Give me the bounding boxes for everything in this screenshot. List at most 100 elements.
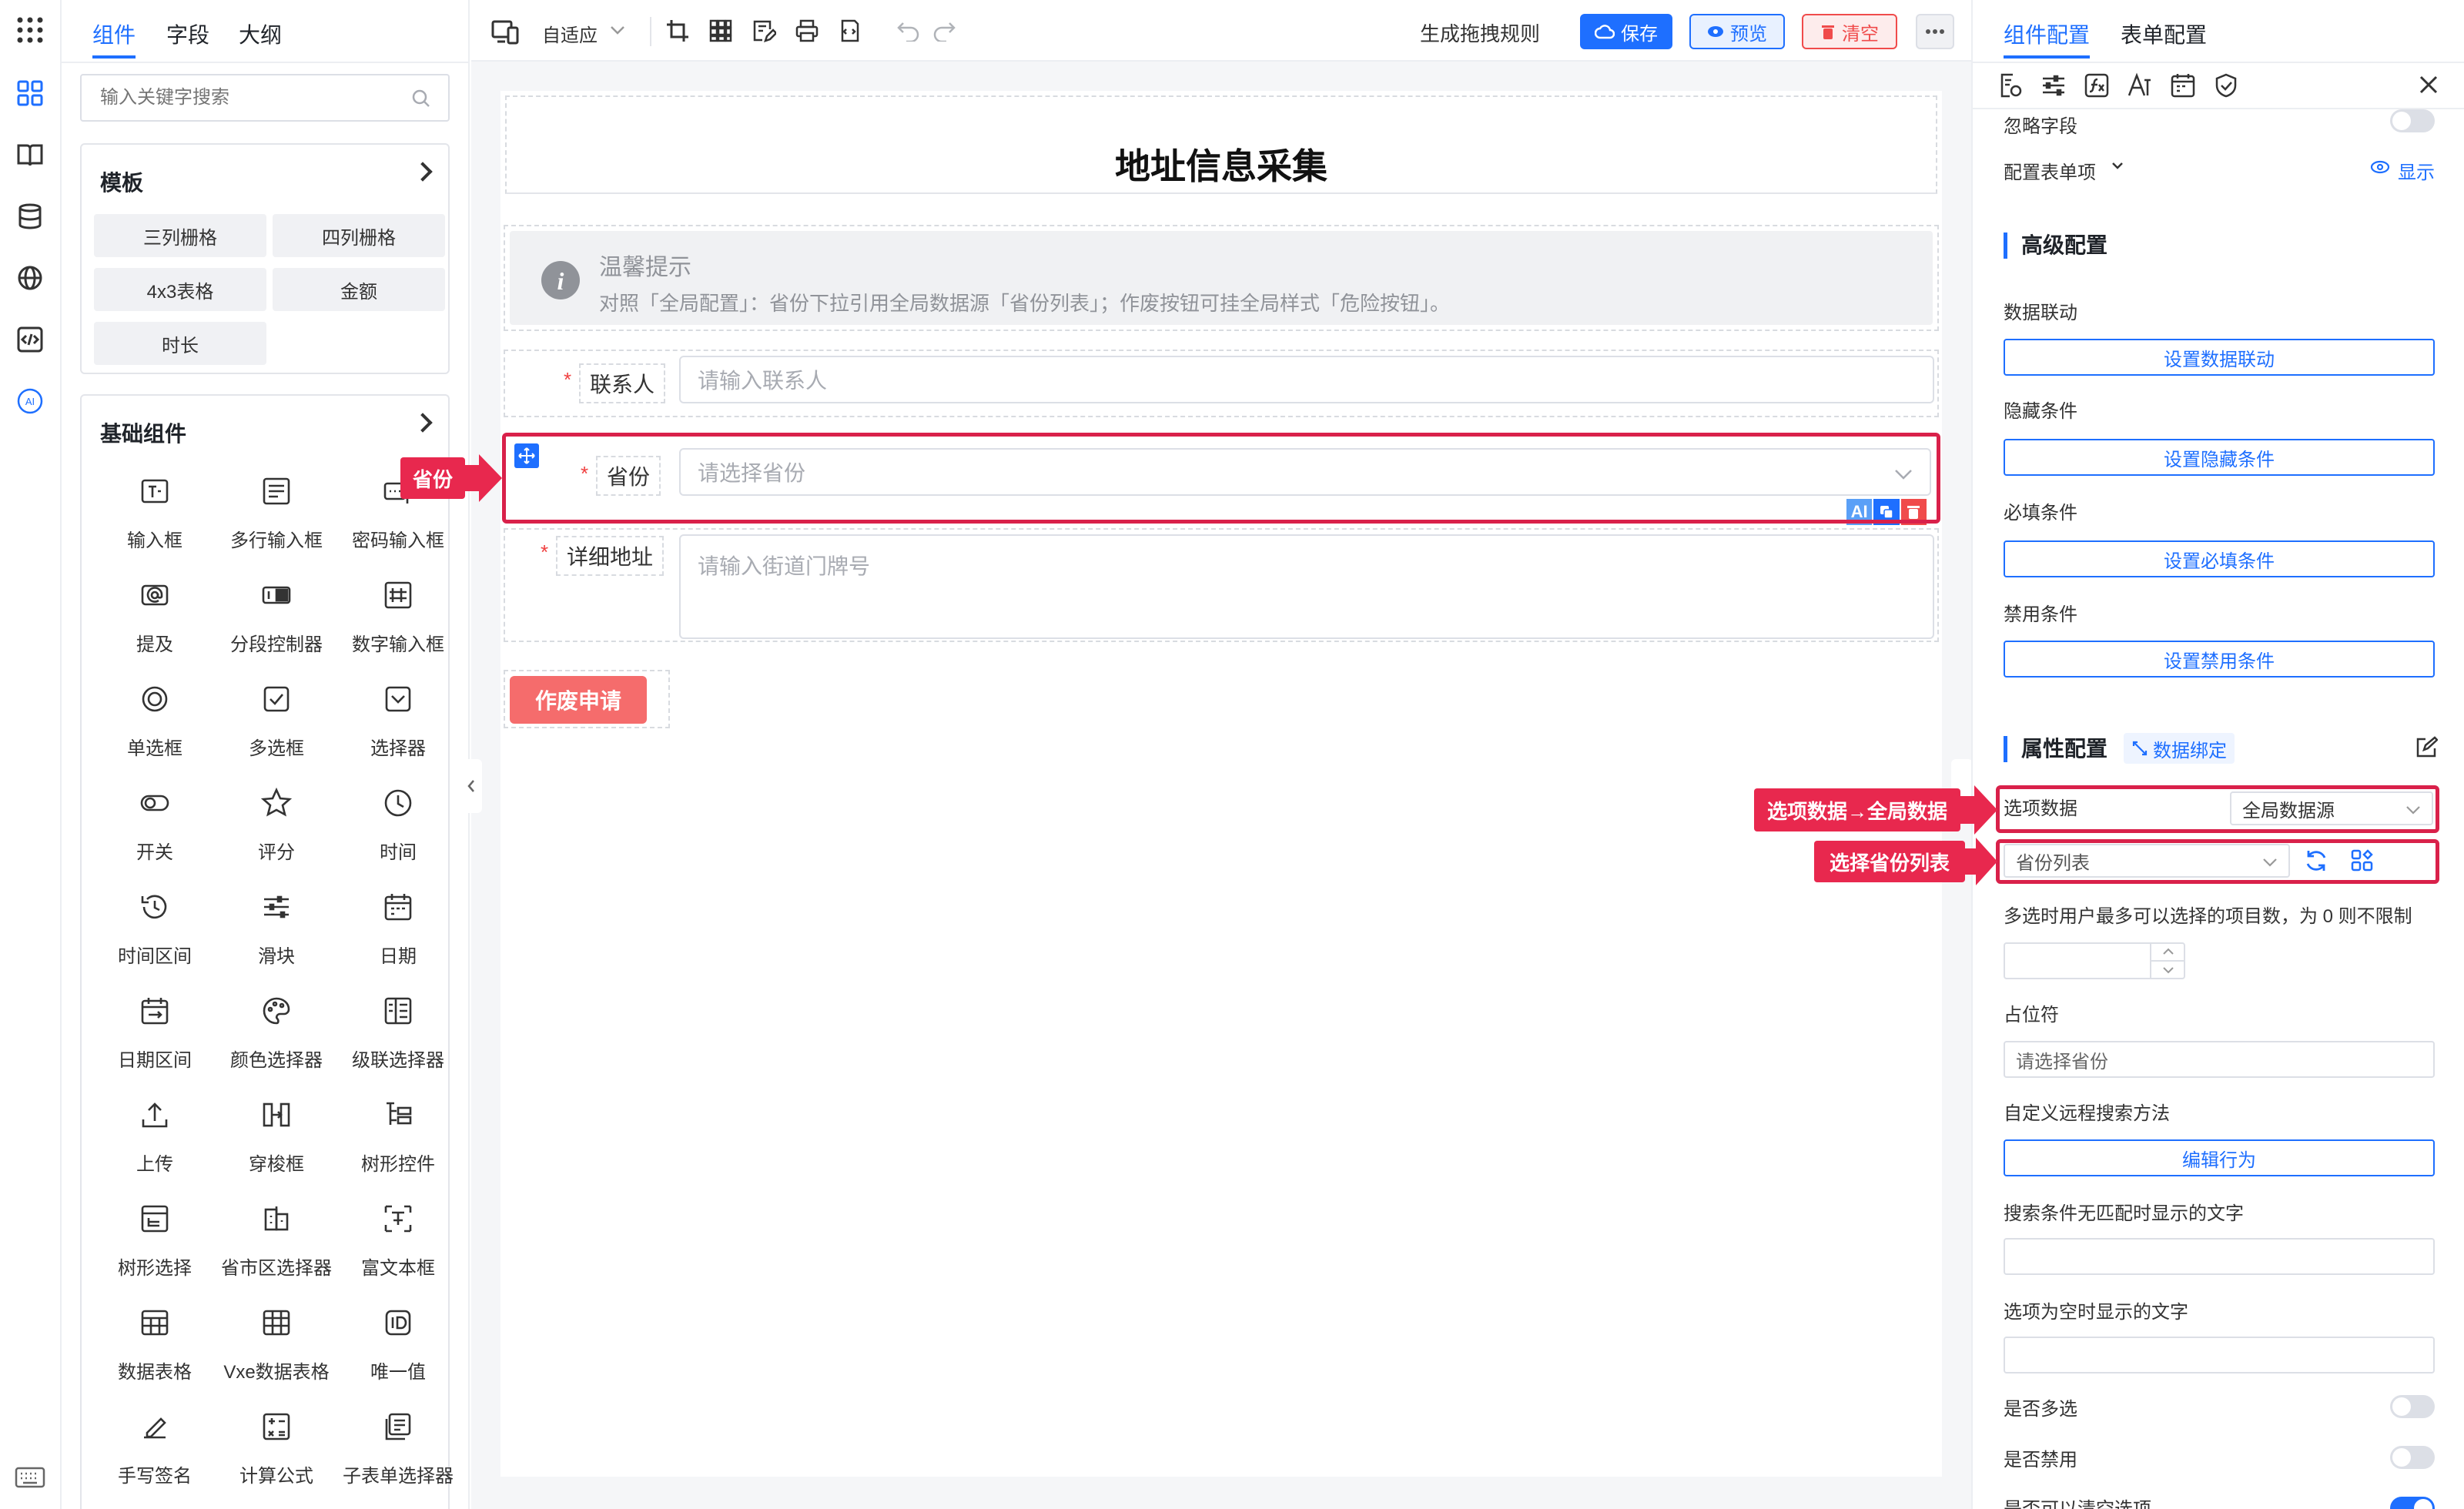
more-button[interactable] [1916,14,1954,49]
code-icon[interactable] [14,323,46,356]
template-item[interactable]: 四列栅格 [273,214,445,257]
component-item[interactable]: 输入框 [94,460,216,553]
template-item[interactable]: 金额 [273,268,445,311]
chevron-down-icon[interactable] [2162,965,2174,975]
book-icon[interactable] [14,139,46,171]
chevron-down-icon[interactable] [610,25,625,35]
ai-icon[interactable]: AI [14,385,46,417]
multiple-toggle[interactable] [2390,1395,2435,1418]
component-item[interactable]: 上传 [94,1084,216,1176]
component-item[interactable]: 多行输入框 [216,460,337,553]
device-icon[interactable] [491,18,519,45]
show-button[interactable]: 显示 [2398,157,2435,184]
component-item[interactable]: 时间区间 [94,876,216,969]
address-field-row[interactable]: * 详细地址 请输入街道门牌号 [504,528,1939,642]
chevron-down-icon[interactable] [2111,162,2124,171]
component-item[interactable]: 级联选择器 [337,980,459,1072]
set-required-condition-button[interactable]: 设置必填条件 [2004,540,2435,577]
save-button[interactable]: 保存 [1580,14,1672,49]
component-item[interactable]: 单选框 [94,668,216,761]
set-hidden-condition-button[interactable]: 设置隐藏条件 [2004,439,2435,476]
redo-icon[interactable] [932,20,956,42]
collapse-left-handle[interactable] [460,759,482,813]
component-item[interactable]: 树形控件 [337,1084,459,1176]
chevron-up-icon[interactable] [2162,947,2174,956]
component-item[interactable]: 时间 [337,772,459,865]
component-search[interactable] [80,74,450,122]
doc-settings-icon[interactable] [1997,72,2024,99]
globe-icon[interactable] [14,262,46,294]
component-item[interactable]: 滑块 [216,876,337,969]
alert-wrapper[interactable]: i 温馨提示 对照「全局配置」：省份下拉引用全局数据源「省份列表」；作废按钮可挂… [504,225,1939,331]
set-data-linkage-button[interactable]: 设置数据联动 [2004,339,2435,376]
component-item[interactable]: 评分 [216,772,337,865]
component-item[interactable]: 分段控制器 [216,564,337,657]
undo-icon[interactable] [896,20,921,42]
component-item[interactable]: 富文本框 [337,1188,459,1280]
device-select[interactable]: 自适应 [542,20,598,47]
component-item[interactable]: 提及 [94,564,216,657]
function-icon[interactable] [2084,72,2110,99]
component-item[interactable]: 开关 [94,772,216,865]
template-item[interactable]: 4x3表格 [94,268,266,311]
no-match-text-input[interactable] [2004,1238,2435,1275]
generate-rules-button[interactable]: 生成拖拽规则 [1420,18,1540,47]
address-textarea[interactable]: 请输入街道门牌号 [679,534,1934,639]
clearable-toggle[interactable] [2390,1497,2435,1509]
close-icon[interactable] [2418,74,2439,95]
database-icon[interactable] [14,200,46,233]
keyboard-icon[interactable] [14,1461,46,1494]
tab-outline[interactable]: 大纲 [239,18,282,49]
tab-form-config[interactable]: 表单配置 [2121,18,2207,49]
components-icon[interactable] [14,77,46,109]
component-item[interactable]: 手写签名 [94,1396,216,1488]
chevron-right-icon[interactable] [413,162,433,182]
stepper[interactable] [2150,944,2184,978]
disabled-toggle[interactable] [2390,1446,2435,1469]
component-item[interactable]: 省市区选择器 [216,1188,337,1280]
ignore-field-toggle[interactable] [2390,109,2435,132]
clear-button[interactable]: 清空 [1802,14,1897,49]
app-menu-icon[interactable] [14,14,46,46]
preview-button[interactable]: 预览 [1689,14,1785,49]
tab-fields[interactable]: 字段 [166,18,209,49]
edit-doc-icon[interactable] [752,18,776,43]
search-icon[interactable] [411,89,431,109]
sliders-icon[interactable] [2040,72,2067,99]
crop-icon[interactable] [665,18,690,43]
form-title-block[interactable]: 地址信息采集 [505,95,1937,194]
contact-input[interactable]: 请输入联系人 [679,356,1934,403]
template-item[interactable]: 时长 [94,322,266,365]
component-item[interactable]: 树形选择 [94,1188,216,1280]
component-item[interactable]: 唯一值 [337,1292,459,1384]
config-items-toggle[interactable]: 配置表单项 [2004,157,2096,184]
component-item[interactable]: 计算公式 [216,1396,337,1488]
component-item[interactable]: 数字输入框 [337,564,459,657]
multiple-limit-input[interactable] [2004,942,2185,979]
chevron-right-icon[interactable] [413,413,433,433]
component-item[interactable]: 数据表格 [94,1292,216,1384]
contact-field-row[interactable]: * 联系人 请输入联系人 [504,350,1939,417]
component-item[interactable]: 穿梭框 [216,1084,337,1176]
tab-components[interactable]: 组件 [92,18,136,49]
component-item[interactable]: 子表单选择器 [337,1396,459,1488]
json-icon[interactable] [838,18,862,43]
component-item[interactable]: 日期区间 [94,980,216,1072]
search-input[interactable] [100,87,393,109]
grid-icon[interactable] [708,18,733,43]
calendar-config-icon[interactable] [2170,72,2196,99]
data-binding-button[interactable]: 数据绑定 [2124,733,2235,764]
edit-icon[interactable] [2415,736,2438,759]
template-item[interactable]: 三列栅格 [94,214,266,257]
placeholder-input[interactable]: 请选择省份 [2004,1041,2435,1078]
tab-component-config[interactable]: 组件配置 [2004,18,2090,49]
set-disabled-condition-button[interactable]: 设置禁用条件 [2004,641,2435,678]
component-item[interactable]: 多选框 [216,668,337,761]
print-icon[interactable] [795,18,819,43]
component-item[interactable]: 日期 [337,876,459,969]
shield-check-icon[interactable] [2213,72,2239,99]
void-request-button[interactable]: 作废申请 [510,676,647,724]
component-item[interactable]: 选择器 [337,668,459,761]
edit-behavior-button[interactable]: 编辑行为 [2004,1139,2435,1176]
component-item[interactable]: 颜色选择器 [216,980,337,1072]
